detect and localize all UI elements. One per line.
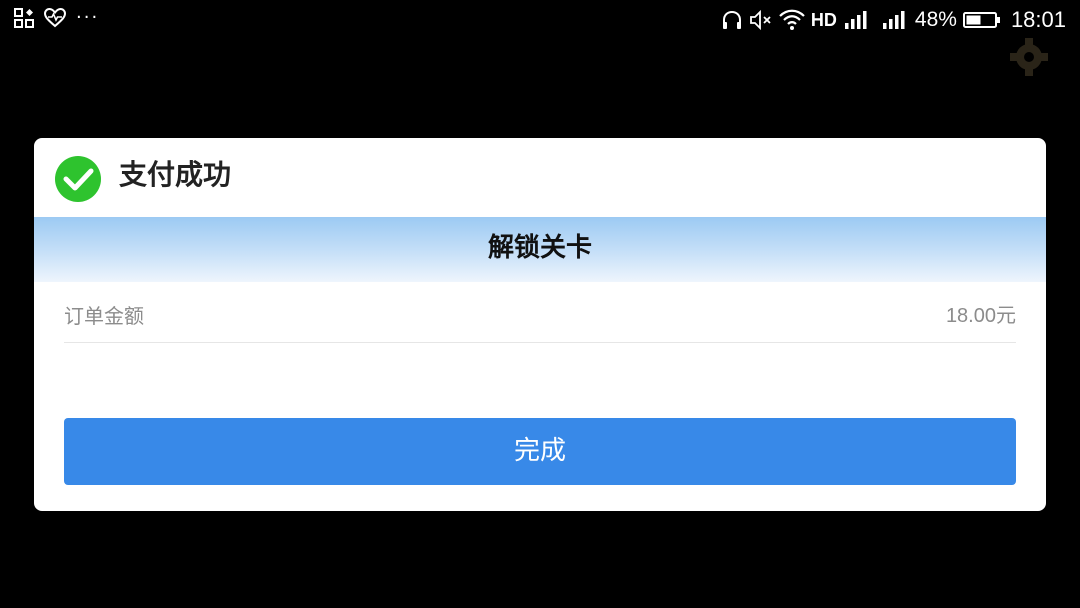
dialog-header: 支付成功 xyxy=(34,138,1046,217)
notification-dots: ··· xyxy=(76,7,100,28)
battery-percent: 48% xyxy=(914,8,957,31)
banner-text: 解锁关卡 xyxy=(487,233,592,263)
order-amount-value: 18.00元 xyxy=(945,305,1016,327)
unlock-level-banner: 解锁关卡 xyxy=(34,217,1046,282)
qr-scan-icon xyxy=(14,8,34,28)
order-amount-row: 订单金额 18.00元 xyxy=(64,282,1016,343)
battery-icon xyxy=(962,10,1001,30)
status-bar-right: HD 48% 18:01 xyxy=(721,6,1066,34)
payment-success-dialog: 支付成功 解锁关卡 订单金额 18.00元 完成 xyxy=(34,138,1046,511)
clock-time: 18:01 xyxy=(1010,7,1066,32)
status-bar-left: ··· xyxy=(14,8,99,28)
done-button[interactable]: 完成 xyxy=(64,418,1016,485)
hd-label: HD xyxy=(810,9,837,30)
wifi-icon xyxy=(779,9,805,31)
gear-icon xyxy=(1008,36,1050,78)
success-check-icon xyxy=(54,155,102,203)
heart-health-icon xyxy=(44,8,66,28)
signal-4g-icon xyxy=(877,9,909,31)
dialog-title: 支付成功 xyxy=(119,158,232,191)
headphones-icon xyxy=(721,9,743,31)
signal-icon xyxy=(843,9,871,31)
mute-icon xyxy=(749,9,773,31)
order-amount-label: 订单金额 xyxy=(64,304,144,328)
status-bar: ··· HD 48% 18:01 xyxy=(0,0,1080,40)
